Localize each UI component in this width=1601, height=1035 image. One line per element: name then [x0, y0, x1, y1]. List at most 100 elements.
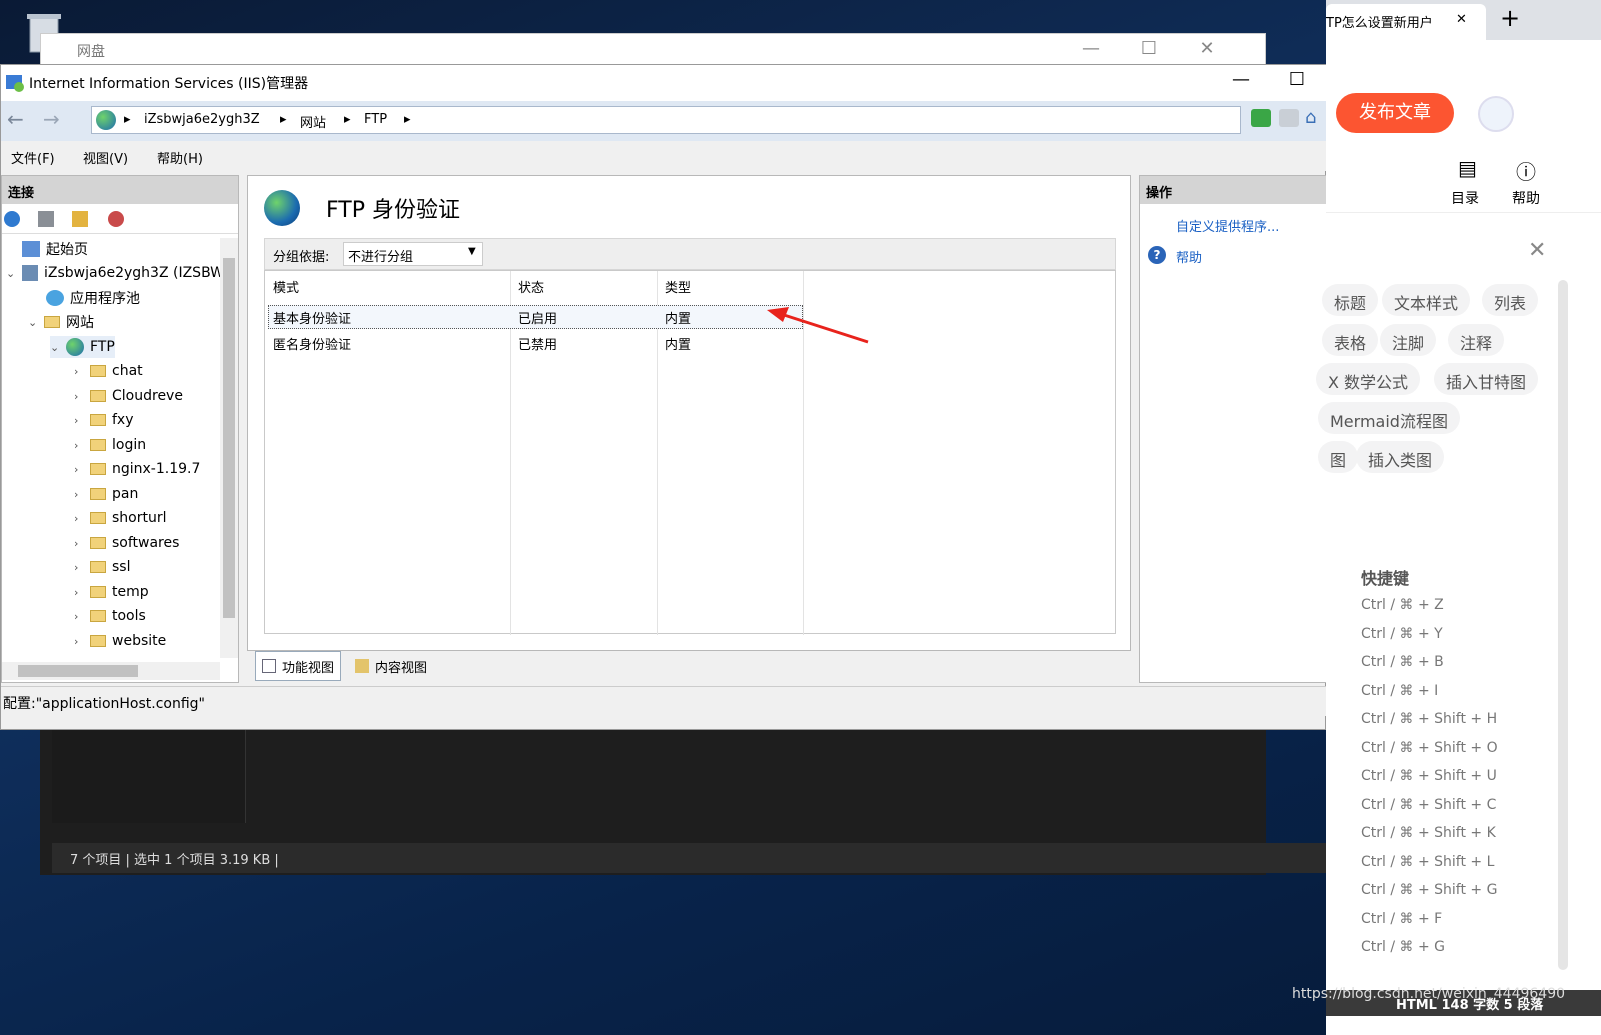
menu-view[interactable]: 视图(V) [83, 148, 128, 167]
tree-item[interactable]: › fxy [74, 409, 134, 431]
tree-item[interactable]: › ssl [74, 556, 130, 578]
maximize-icon[interactable]: ☐ [1129, 38, 1169, 59]
tree-item[interactable]: ⌄ 网站 [28, 311, 94, 333]
chevron-right-icon[interactable]: › [74, 463, 84, 476]
tree-item[interactable]: 起始页 [22, 238, 88, 260]
connections-toolbar [2, 204, 238, 234]
new-tab-icon[interactable]: + [1500, 4, 1520, 32]
chevron-right-icon[interactable]: › [74, 488, 84, 501]
breadcrumb-item[interactable]: iZsbwja6e2ygh3Z [144, 112, 260, 127]
save-icon[interactable] [38, 211, 54, 227]
tree-item-label: softwares [112, 535, 180, 551]
connections-title: 连接 [2, 176, 238, 204]
chevron-right-icon[interactable]: › [74, 586, 84, 599]
chevron-right-icon[interactable]: › [74, 537, 84, 550]
chevron-down-icon[interactable]: ⌄ [28, 316, 38, 329]
breadcrumb-item[interactable]: FTP [364, 112, 387, 127]
back-arrow-icon[interactable]: ← [7, 107, 24, 131]
tree-item-label: 应用程序池 [70, 291, 140, 307]
tree-item[interactable]: › nginx-1.19.7 [74, 458, 200, 480]
chevron-right-icon[interactable]: › [74, 610, 84, 623]
server-icon [22, 265, 38, 281]
scrollbar-thumb[interactable] [223, 258, 235, 618]
toc-icon[interactable]: ▤ [1458, 156, 1477, 180]
help-icon: ? [1148, 246, 1166, 264]
minimize-icon[interactable]: — [1221, 69, 1261, 90]
insert-chip[interactable]: Mermaid流程图 [1318, 402, 1460, 434]
publish-button[interactable]: 发布文章 [1336, 93, 1454, 133]
tree-item[interactable]: › pan [74, 483, 138, 505]
chevron-right-icon[interactable]: › [74, 561, 84, 574]
tree-item[interactable]: › temp [74, 581, 149, 603]
scrollbar-thumb[interactable] [18, 665, 138, 677]
tree-item[interactable]: › tools [74, 605, 146, 627]
horizontal-scrollbar[interactable] [2, 662, 220, 680]
tree-item[interactable]: 应用程序池 [46, 287, 140, 309]
insert-chip[interactable]: 列表 [1482, 284, 1539, 316]
column-header[interactable]: 类型 [657, 271, 803, 299]
chevron-right-icon[interactable]: › [74, 439, 84, 452]
group-by-select[interactable]: 不进行分组 ▼ [343, 242, 483, 266]
insert-chip[interactable]: 文本样式 [1382, 284, 1471, 316]
column-header[interactable]: 模式 [265, 271, 510, 299]
tree-item-label: pan [112, 486, 139, 502]
insert-chip[interactable]: 插入甘特图 [1434, 363, 1539, 395]
help-icon[interactable]: ⓘ [1516, 156, 1536, 185]
toc-label[interactable]: 目录 [1451, 188, 1479, 208]
tree-item-label: Cloudreve [112, 388, 183, 404]
close-icon[interactable]: ✕ [1528, 238, 1546, 263]
forward-arrow-icon[interactable]: → [43, 107, 60, 131]
vertical-scrollbar[interactable] [1558, 280, 1568, 970]
features-view-tab[interactable]: 功能视图 [255, 651, 342, 681]
chevron-down-icon[interactable]: ⌄ [6, 267, 16, 280]
insert-chip[interactable]: X 数学公式 [1316, 363, 1421, 395]
help-label[interactable]: 帮助 [1512, 188, 1540, 208]
up-icon[interactable] [72, 211, 88, 227]
tree-item[interactable]: ⌄ iZsbwja6e2ygh3Z (IZSBW [6, 262, 224, 284]
globe-icon [96, 110, 116, 130]
refresh-icon[interactable] [1251, 109, 1271, 127]
tree-item[interactable]: › login [74, 434, 146, 456]
maximize-icon[interactable]: ☐ [1277, 69, 1317, 90]
content-view-tab[interactable]: 内容视图 [349, 651, 433, 681]
chevron-right-icon[interactable]: › [74, 390, 84, 403]
disconnect-icon[interactable] [108, 211, 124, 227]
menu-file[interactable]: 文件(F) [11, 148, 55, 167]
tree-item[interactable]: › website [74, 630, 166, 652]
tree-item-selected[interactable]: ⌄ FTP [50, 336, 115, 358]
home-icon[interactable]: ⌂ [1305, 107, 1316, 128]
menu-help[interactable]: 帮助(H) [157, 148, 203, 167]
connect-icon[interactable] [4, 211, 20, 227]
tree-item[interactable]: › chat [74, 360, 143, 382]
help-link[interactable]: 帮助 [1176, 247, 1202, 266]
insert-chip[interactable]: 标题 [1322, 284, 1379, 316]
chevron-right-icon[interactable]: › [74, 365, 84, 378]
browser-tab[interactable]: TP怎么设置新用户 ✕ [1326, 4, 1486, 40]
breadcrumb[interactable]: ▸ iZsbwja6e2ygh3Z ▸ 网站 ▸ FTP ▸ [91, 106, 1241, 134]
column-header[interactable]: 状态 [510, 271, 657, 299]
tree-item[interactable]: › shorturl [74, 507, 167, 529]
minimize-icon[interactable]: — [1071, 38, 1111, 59]
browser-tab-bar: TP怎么设置新用户 ✕ + [1326, 0, 1601, 40]
chevron-down-icon[interactable]: ⌄ [50, 341, 60, 354]
stop-icon[interactable] [1279, 109, 1299, 127]
avatar[interactable] [1478, 96, 1514, 132]
insert-chip[interactable]: 注脚 [1380, 324, 1437, 356]
chevron-right-icon[interactable]: › [74, 512, 84, 525]
features-view-icon [262, 659, 276, 673]
insert-chip[interactable]: 注释 [1448, 324, 1505, 356]
custom-provider-link[interactable]: 自定义提供程序... [1176, 216, 1279, 235]
tree-item-label: nginx-1.19.7 [112, 461, 201, 477]
breadcrumb-item[interactable]: 网站 [300, 112, 326, 131]
insert-chip[interactable]: 图 [1318, 441, 1359, 473]
vertical-scrollbar[interactable] [220, 238, 238, 658]
chevron-right-icon[interactable]: › [74, 635, 84, 648]
insert-chip[interactable]: 表格 [1322, 324, 1379, 356]
close-icon[interactable]: ✕ [1187, 38, 1227, 59]
tree-item[interactable]: › softwares [74, 532, 179, 554]
close-icon[interactable]: ✕ [1456, 12, 1467, 27]
chevron-right-icon[interactable]: › [74, 414, 84, 427]
tree-item[interactable]: › Cloudreve [74, 385, 183, 407]
shortcut-item: Ctrl / ⌘ + G [1361, 939, 1446, 955]
insert-chip[interactable]: 插入类图 [1356, 441, 1445, 473]
